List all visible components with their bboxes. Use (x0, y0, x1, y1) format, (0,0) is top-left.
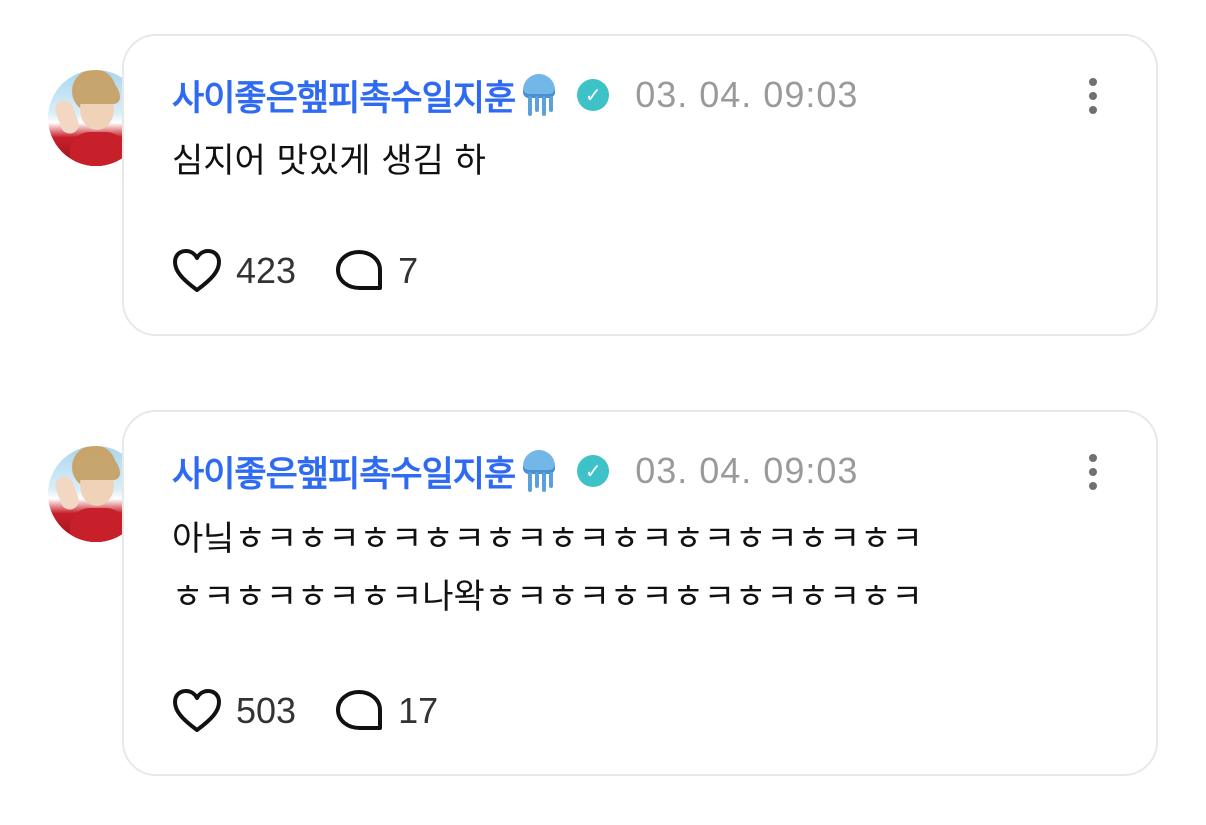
like-button[interactable]: 503 (172, 688, 296, 734)
jellyfish-emoji-icon (519, 72, 559, 118)
comment-header: 사이좋은햎피촉수일지훈 ✓ 03. 04. 09:03 (172, 70, 1156, 121)
username[interactable]: 사이좋은햎피촉수일지훈 (172, 70, 516, 121)
reply-button[interactable]: 7 (334, 248, 418, 294)
like-button[interactable]: 423 (172, 248, 296, 294)
comment-actions: 423 7 (172, 246, 456, 296)
comment-card: 사이좋은햎피촉수일지훈 ✓ 03. 04. 09:03 아닠ㅎㅋㅎㅋㅎㅋㅎㅋㅎㅋ… (122, 410, 1158, 776)
like-count: 423 (236, 250, 297, 291)
heart-icon (173, 249, 221, 292)
comment-bubble-icon (336, 690, 383, 730)
more-options-icon[interactable] (1088, 78, 1098, 114)
more-options-icon[interactable] (1088, 454, 1098, 490)
timestamp: 03. 04. 09:03 (635, 74, 859, 115)
reply-button[interactable]: 17 (334, 688, 438, 734)
username[interactable]: 사이좋은햎피촉수일지훈 (172, 446, 516, 497)
heart-icon (173, 689, 221, 732)
comment-header: 사이좋은햎피촉수일지훈 ✓ 03. 04. 09:03 (172, 446, 1156, 497)
comment-card: 사이좋은햎피촉수일지훈 ✓ 03. 04. 09:03 심지어 맛있게 생김 하… (122, 34, 1158, 336)
reply-count: 7 (398, 250, 419, 291)
comment-actions: 503 17 (172, 686, 476, 736)
comment-text: 심지어 맛있게 생김 하 (172, 141, 486, 181)
jellyfish-emoji-icon (519, 448, 559, 494)
comment-text: 아닠ㅎㅋㅎㅋㅎㅋㅎㅋㅎㅋㅎㅋㅎㅋㅎㅋㅎㅋㅎㅋㅎㅋ ㅎㅋㅎㅋㅎㅋㅎㅋ나왁ㅎㅋㅎㅋㅎ… (172, 519, 923, 617)
verified-check-icon: ✓ (577, 79, 610, 111)
comment-bubble-icon (336, 250, 383, 290)
like-count: 503 (236, 690, 297, 731)
verified-check-icon: ✓ (577, 455, 610, 487)
timestamp: 03. 04. 09:03 (635, 450, 859, 491)
reply-count: 17 (398, 690, 439, 731)
